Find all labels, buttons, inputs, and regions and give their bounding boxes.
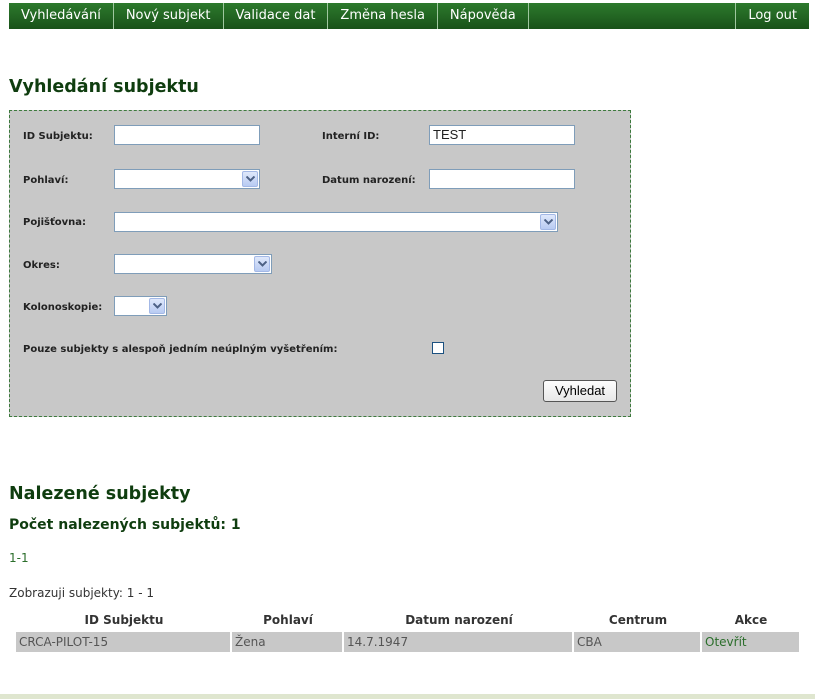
nav-item-data-validation[interactable]: Validace dat [224,3,329,29]
nav-item-new-subject[interactable]: Nový subjekt [114,3,224,29]
nav-item-help[interactable]: Nápověda [438,3,529,29]
gender-select[interactable] [114,169,260,189]
insurance-select[interactable] [114,212,558,232]
dob-input[interactable] [429,169,575,189]
internal-id-label: Interní ID: [322,131,380,142]
incomplete-exam-label: Pouze subjekty s alespoň jedním neúplným… [23,344,338,355]
column-header-action: Akce [734,613,768,627]
internal-id-input[interactable]: TEST [429,125,575,145]
results-heading: Nalezené subjekty [9,484,191,504]
dob-label: Datum narození: [322,175,416,186]
open-link[interactable]: Otevřít [702,632,799,652]
colonoscopy-select[interactable] [114,296,167,316]
column-header-center: Centrum [608,613,668,627]
showing-range: Zobrazuji subjekty: 1 - 1 [9,586,155,600]
gender-label: Pohlaví: [23,175,69,186]
pagination-link[interactable]: 1-1 [9,551,29,565]
cell-dob: 14.7.1947 [344,632,572,652]
nav-item-search[interactable]: Vyhledávání [9,3,114,29]
chevron-down-icon [242,171,258,187]
subject-id-label: ID Subjektu: [23,131,93,142]
search-panel: ID Subjektu: Interní ID: TEST Pohlaví: D… [9,110,631,417]
insurance-label: Pojišťovna: [23,217,87,228]
cell-gender: Žena [232,632,342,652]
search-heading: Vyhledání subjektu [9,77,199,97]
cell-subject-id: CRCA-PILOT-15 [16,632,230,652]
cell-center: CBA [574,632,700,652]
search-button[interactable]: Vyhledat [543,380,617,402]
results-count: Počet nalezených subjektů: 1 [9,517,241,533]
column-header-subject-id: ID Subjektu [84,613,164,627]
column-header-gender: Pohlaví [263,613,313,627]
top-navigation: Vyhledávání Nový subjekt Validace dat Zm… [9,3,809,29]
chevron-down-icon [149,298,165,314]
nav-item-change-password[interactable]: Změna hesla [328,3,438,29]
column-header-dob: Datum narození [405,613,513,627]
chevron-down-icon [254,256,270,272]
district-select[interactable] [114,254,272,274]
district-label: Okres: [23,260,60,271]
footer-bar [0,694,815,699]
chevron-down-icon [540,214,556,230]
logout-link[interactable]: Log out [735,3,809,29]
incomplete-exam-checkbox[interactable] [432,342,444,354]
subject-id-input[interactable] [114,125,260,145]
colonoscopy-label: Kolonoskopie: [23,302,103,313]
